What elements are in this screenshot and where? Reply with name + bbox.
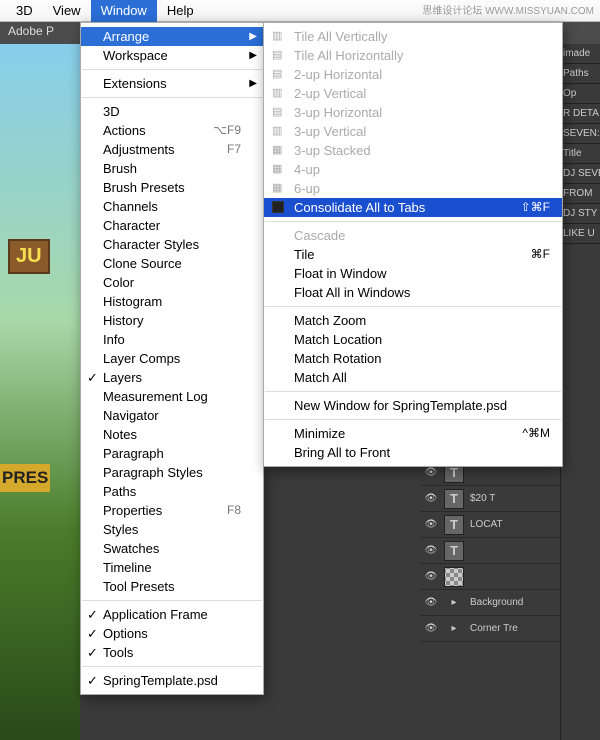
arrange-menu-item: ▥2-up Vertical [264,84,562,103]
arrange-menu-item: ▥3-up Vertical [264,122,562,141]
window-menu-item[interactable]: Color [81,273,263,292]
window-menu-item[interactable]: Tool Presets [81,577,263,596]
arrange-menu-item[interactable]: Float in Window [264,264,562,283]
layout-icon [272,201,284,213]
visibility-eye-icon[interactable]: 👁 [424,571,438,582]
window-menu-item[interactable]: PropertiesF8 [81,501,263,520]
panel-tab[interactable]: R DETA [561,104,600,124]
layer-thumb [444,567,464,587]
window-menu-item[interactable]: Measurement Log [81,387,263,406]
layout-icon: ▥ [272,122,286,141]
document-canvas[interactable]: JU PRES [0,44,80,740]
arrange-menu-item: ▥Tile All Vertically [264,27,562,46]
canvas-text-ju: JU [8,239,50,274]
window-menu-item[interactable]: Character [81,216,263,235]
window-menu-item[interactable]: ✓Layers [81,368,263,387]
layout-icon: ▦ [272,141,286,160]
arrange-menu-item[interactable]: New Window for SpringTemplate.psd [264,396,562,415]
arrange-submenu: ▥Tile All Vertically▤Tile All Horizontal… [263,22,563,467]
menu-3d[interactable]: 3D [6,0,43,22]
window-menu-item[interactable]: Styles [81,520,263,539]
window-menu-item[interactable]: Histogram [81,292,263,311]
layout-icon: ▤ [272,46,286,65]
window-menu-item[interactable]: Clone Source [81,254,263,273]
layout-icon: ▦ [272,160,286,179]
window-menu-item[interactable]: Brush [81,159,263,178]
arrange-menu-item[interactable]: Match Location [264,330,562,349]
panel-tab[interactable]: LIKE U [561,224,600,244]
layer-thumb: T [444,515,464,535]
panel-tab[interactable]: Paths [561,64,600,84]
visibility-eye-icon[interactable]: 👁 [424,623,438,634]
window-menu-item[interactable]: Extensions▶ [81,74,263,93]
panel-tab[interactable]: DJ STY [561,204,600,224]
window-menu-item[interactable]: Paths [81,482,263,501]
layout-icon: ▥ [272,27,286,46]
window-menu-item[interactable]: Navigator [81,406,263,425]
arrange-menu-item: ▤Tile All Horizontally [264,46,562,65]
panel-tab[interactable]: FROM [561,184,600,204]
arrange-menu-item[interactable]: Float All in Windows [264,283,562,302]
menu-help[interactable]: Help [157,0,204,22]
window-menu-dropdown: Arrange▶Workspace▶ Extensions▶ 3DActions⌥F… [80,22,264,695]
visibility-eye-icon[interactable]: 👁 [424,519,438,530]
arrange-menu-item: ▤3-up Horizontal [264,103,562,122]
layout-icon: ▦ [272,179,286,198]
panel-tab[interactable]: SEVEN: [561,124,600,144]
window-menu-item[interactable]: Notes [81,425,263,444]
arrange-menu-item: ▦3-up Stacked [264,141,562,160]
layout-icon: ▥ [272,84,286,103]
arrange-menu-item[interactable]: Consolidate All to Tabs⇧⌘F [264,198,562,217]
layer-thumb: T [444,541,464,561]
window-menu-item[interactable]: Info [81,330,263,349]
panel-tab[interactable]: Op [561,84,600,104]
layer-thumb: ▸ [444,593,464,613]
visibility-eye-icon[interactable]: 👁 [424,467,438,478]
window-menu-item[interactable]: Arrange▶ [81,27,263,46]
window-menu-item[interactable]: ✓Application Frame [81,605,263,624]
layer-thumb: T [444,489,464,509]
arrange-menu-item[interactable]: Bring All to Front [264,443,562,462]
window-menu-item[interactable]: ✓SpringTemplate.psd [81,671,263,690]
menu-window[interactable]: Window [91,0,157,22]
window-menu-item[interactable]: ✓Tools [81,643,263,662]
window-menu-item[interactable]: Paragraph Styles [81,463,263,482]
window-menu-item[interactable]: Timeline [81,558,263,577]
arrange-menu-item[interactable]: Match Rotation [264,349,562,368]
arrange-menu-item[interactable]: Tile⌘F [264,245,562,264]
window-menu-item[interactable]: Channels [81,197,263,216]
arrange-menu-item: Cascade [264,226,562,245]
window-menu-item[interactable]: AdjustmentsF7 [81,140,263,159]
window-menu-item[interactable]: Paragraph [81,444,263,463]
layout-icon: ▤ [272,103,286,122]
menu-view[interactable]: View [43,0,91,22]
right-panel-column: imadePathsOpR DETASEVEN:TitleDJ SEVEFROM… [560,44,600,740]
visibility-eye-icon[interactable]: 👁 [424,545,438,556]
window-menu-item[interactable]: Character Styles [81,235,263,254]
window-menu-item[interactable]: History [81,311,263,330]
arrange-menu-item[interactable]: Match Zoom [264,311,562,330]
arrange-menu-item[interactable]: Minimize^⌘M [264,424,562,443]
panel-tab[interactable]: DJ SEVE [561,164,600,184]
window-menu-item[interactable]: 3D [81,102,263,121]
layout-icon: ▤ [272,65,286,84]
window-menu-item[interactable]: Layer Comps [81,349,263,368]
watermark: 思维设计论坛 WWW.MISSYUAN.COM [422,2,594,17]
window-menu-item[interactable]: Actions⌥F9 [81,121,263,140]
window-menu-item[interactable]: Swatches [81,539,263,558]
window-menu-item[interactable]: Workspace▶ [81,46,263,65]
arrange-menu-item: ▦6-up [264,179,562,198]
window-menu-item[interactable]: ✓Options [81,624,263,643]
arrange-menu-item: ▦4-up [264,160,562,179]
window-menu-item[interactable]: Brush Presets [81,178,263,197]
panel-tab[interactable]: imade [561,44,600,64]
layer-thumb: ▸ [444,619,464,639]
canvas-text-pres: PRES [0,464,50,492]
visibility-eye-icon[interactable]: 👁 [424,597,438,608]
panel-tab[interactable]: Title [561,144,600,164]
arrange-menu-item: ▤2-up Horizontal [264,65,562,84]
arrange-menu-item[interactable]: Match All [264,368,562,387]
visibility-eye-icon[interactable]: 👁 [424,493,438,504]
